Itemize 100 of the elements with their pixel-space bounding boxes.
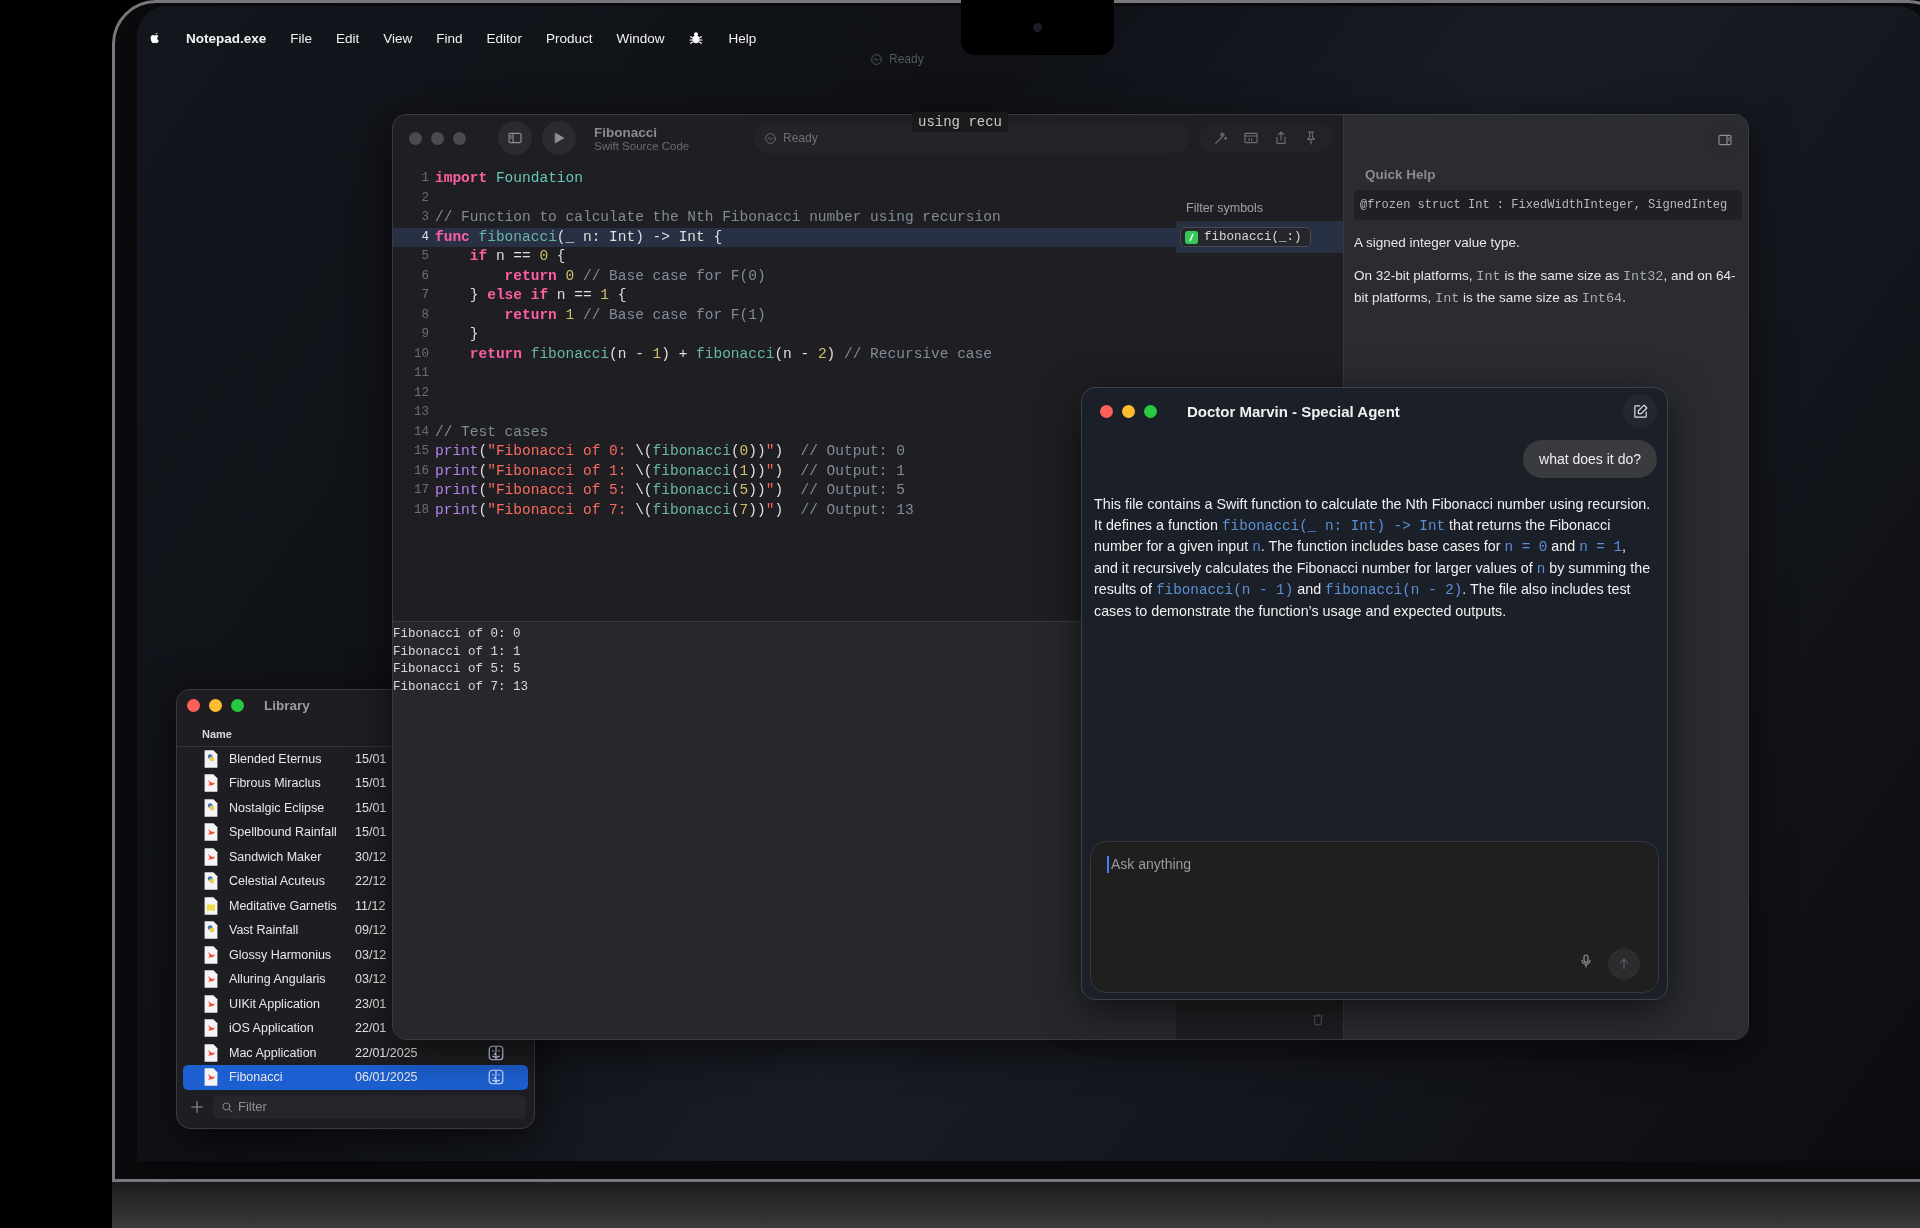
menu-item[interactable]: Edit — [336, 30, 360, 46]
line-number: 1 — [420, 170, 430, 187]
add-button[interactable] — [189, 1098, 205, 1115]
line-number: 3 — [420, 209, 430, 226]
file-row[interactable]: Celestial Acuteus 22/12 — [183, 869, 387, 894]
app-menu[interactable]: Notepad.exe — [186, 30, 267, 46]
swift-file-icon — [203, 846, 219, 867]
file-name: Meditative Garnetis — [229, 898, 338, 913]
swift-file-icon — [203, 1042, 219, 1063]
file-row[interactable]: Blended Eternus 15/01 — [183, 746, 387, 772]
file-date: 06/01/2025 — [355, 1070, 419, 1085]
line-number: 8 — [420, 306, 430, 324]
line-number: 4 — [420, 228, 430, 246]
file-row[interactable]: Glossy Harmonius 03/12 — [183, 942, 387, 968]
code-line: print("Fibonacci of 7: \(fibonacci(7))") // Output: 13 — [435, 500, 914, 520]
code-line: if n == 0 { — [468, 247, 566, 266]
file-row[interactable]: Mac Application 22/01/2025 — [183, 1040, 528, 1066]
file-row[interactable]: Alluring Angularis 03/12 — [183, 967, 387, 992]
output-line: Fibonacci of 5: 5 — [393, 661, 522, 679]
code-line: return 0 // Base case for F(0) — [503, 266, 766, 286]
filter-field[interactable]: Filter — [213, 1094, 526, 1119]
file-name: Celestial Acuteus — [229, 874, 326, 889]
file-date: 15/01 — [355, 751, 387, 766]
file-row[interactable]: Fibonacci 06/01/2025 — [183, 1065, 528, 1090]
arrow-up-icon — [1617, 957, 1631, 971]
line-number: 6 — [420, 267, 430, 285]
line-number: 2 — [420, 189, 430, 207]
file-row[interactable]: Meditative Garnetis 11/12 — [183, 893, 386, 919]
chat-input[interactable]: Ask anything — [1111, 856, 1611, 872]
python-file-icon — [203, 748, 219, 769]
line-number: 16 — [413, 462, 430, 480]
line-number: 17 — [413, 482, 430, 499]
menu-item[interactable]: Window — [616, 30, 665, 46]
run-button[interactable] — [542, 121, 576, 155]
output-line: Fibonacci of 1: 1 — [393, 643, 522, 661]
activity-icon — [764, 131, 777, 145]
menu-item[interactable]: Editor — [486, 30, 522, 46]
window-title: Library — [264, 698, 310, 714]
file-name: Mac Application — [229, 1045, 318, 1060]
swift-file-icon — [203, 944, 219, 965]
panel-title: Quick Help — [1365, 167, 1437, 182]
file-name: UIKit Application — [229, 996, 322, 1011]
column-header[interactable]: Name — [202, 727, 232, 740]
menu-item[interactable]: View — [383, 30, 413, 46]
code-line: } — [468, 325, 479, 344]
file-date: 09/12 — [355, 923, 387, 938]
line-number: 14 — [413, 423, 430, 441]
zoom-button[interactable] — [1144, 404, 1157, 418]
sidebar-toggle-button[interactable] — [498, 121, 532, 155]
status-text: Ready — [783, 131, 818, 145]
line-number: 12 — [413, 384, 430, 402]
trash-icon — [1311, 1012, 1325, 1027]
file-date: 03/12 — [355, 947, 387, 962]
file-name: Sandwich Maker — [229, 849, 323, 864]
compose-icon — [1631, 402, 1649, 420]
code-line: return 1 // Base case for F(1) — [503, 305, 766, 325]
swift-file-icon — [203, 822, 219, 843]
swift-file-icon — [203, 773, 219, 794]
code-line: print("Fibonacci of 0: \(fibonacci(0))") // Output: 0 — [435, 442, 905, 461]
file-row[interactable]: Spellbound Rainfall 15/01 — [183, 820, 387, 845]
file-name: Alluring Angularis — [229, 972, 327, 987]
output-line: Fibonacci of 0: 0 — [393, 626, 522, 643]
microphone-icon — [1578, 952, 1594, 970]
file-name: Blended Eternus — [229, 751, 323, 766]
file-date: 22/01 — [355, 1021, 387, 1036]
code-line: } else if n == 1 { — [468, 286, 627, 305]
line-number: 5 — [420, 248, 430, 265]
python-file-icon — [203, 797, 219, 818]
menu-item[interactable]: Help — [728, 30, 757, 46]
file-row[interactable]: Fibrous Miraclus 15/01 — [183, 771, 387, 796]
file-date: 15/01 — [355, 800, 387, 815]
file-date: 22/12 — [355, 874, 387, 889]
window-title: Doctor Marvin - Special Agent — [1187, 402, 1401, 420]
frame-icon — [1243, 130, 1259, 146]
close-button[interactable] — [1100, 404, 1113, 418]
line-number: 13 — [413, 404, 430, 421]
file-name: Glossy Harmonius — [229, 947, 333, 962]
share-icon — [1273, 130, 1289, 146]
zoom-button[interactable] — [231, 699, 244, 713]
swift-file-icon — [203, 1018, 219, 1039]
new-chat-button[interactable] — [1623, 394, 1657, 428]
file-row[interactable]: Sandwich Maker 30/12 — [183, 844, 387, 870]
help-text: A signed integer value type. — [1354, 234, 1521, 252]
minimize-button[interactable] — [1122, 404, 1135, 418]
swift-file-icon — [203, 993, 219, 1014]
magic-wand-icon — [1213, 130, 1229, 146]
file-row[interactable]: Vast Rainfall 09/12 — [183, 918, 387, 943]
file-row[interactable]: UIKit Application 23/01 — [183, 991, 387, 1017]
close-button[interactable] — [187, 699, 200, 713]
plus-icon — [189, 1098, 205, 1115]
menu-item[interactable]: Product — [545, 30, 593, 46]
file-row[interactable]: Nostalgic Eclipse 15/01 — [183, 795, 387, 821]
symbol-item[interactable]: fibonacci(_:) — [1180, 227, 1311, 247]
bug-icon — [688, 30, 705, 46]
code-line: return fibonacci(n - 1) + fibonacci(n - 2) // Recursive case — [468, 344, 992, 364]
menu-item[interactable]: Find — [436, 30, 463, 46]
minimize-button[interactable] — [209, 699, 222, 713]
line-number: 11 — [413, 365, 430, 382]
file-row[interactable]: iOS Application 22/01 — [183, 1016, 387, 1041]
menu-item[interactable]: File — [290, 30, 313, 46]
